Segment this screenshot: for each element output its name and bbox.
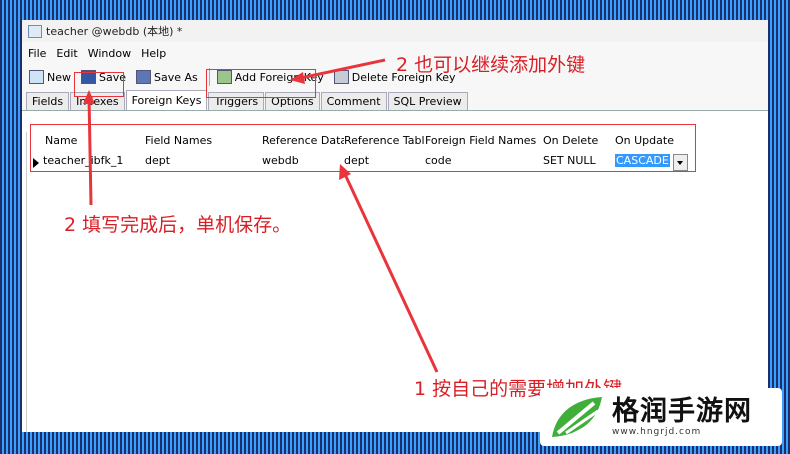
annotation-save: 2 填写完成后，单机保存。 [64, 214, 292, 236]
watermark-url: www.hngrjd.com [612, 427, 702, 437]
watermark-title: 格润手游网 [612, 396, 752, 427]
watermark: 格润手游网 www.hngrjd.com [540, 388, 782, 446]
watermark-text: 格润手游网 www.hngrjd.com [612, 396, 752, 438]
annotation-add-more: 2 也可以继续添加外键 [396, 54, 586, 76]
leaf-logo-icon [548, 393, 606, 441]
